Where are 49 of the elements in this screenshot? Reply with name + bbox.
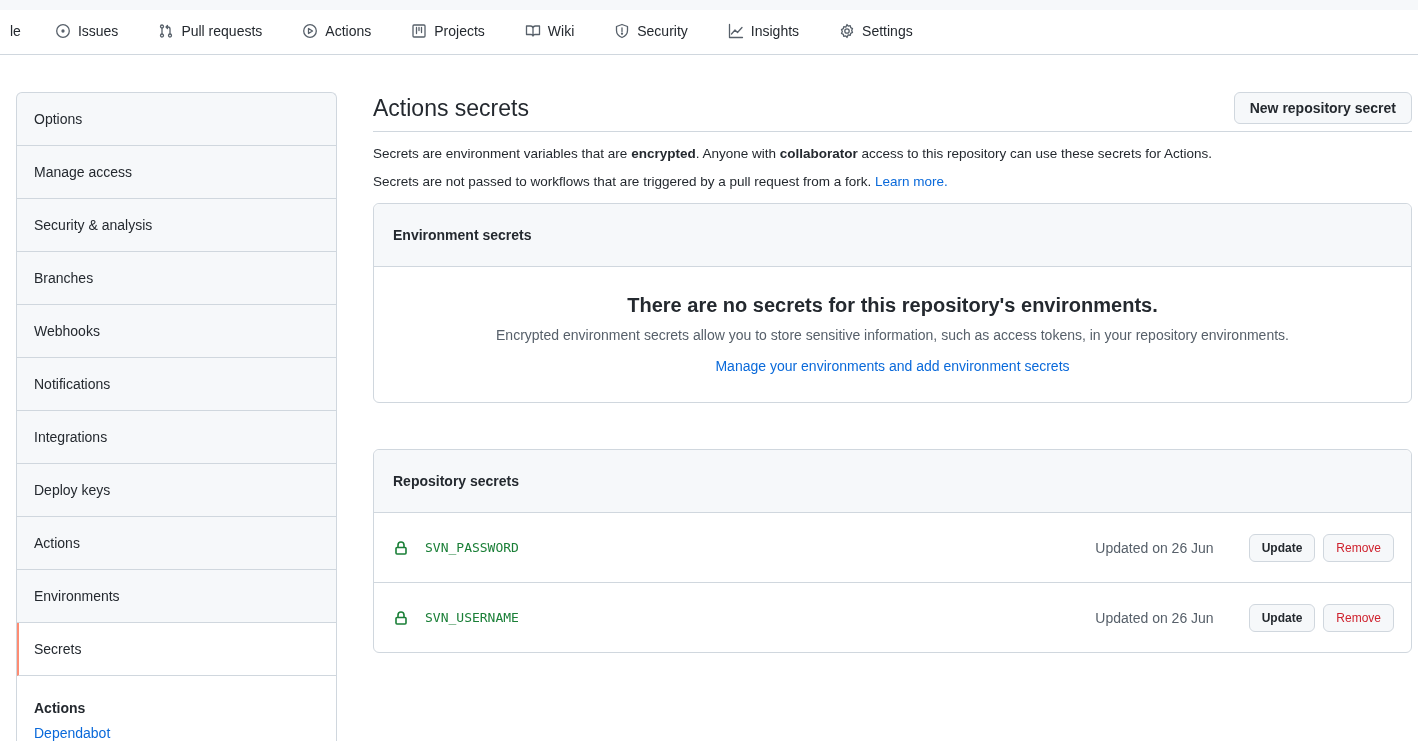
secret-name: SVN_PASSWORD <box>425 540 520 555</box>
nav-tab[interactable]: Settings <box>819 10 927 54</box>
panel-header: Environment secrets <box>374 204 1411 267</box>
sidebar-item[interactable]: Security & analysis <box>17 199 336 252</box>
sidebar-item[interactable]: Manage access <box>17 146 336 199</box>
lock-icon <box>393 609 409 626</box>
pull-request-icon <box>158 23 175 39</box>
update-button[interactable]: Update <box>1248 603 1316 632</box>
sidebar-item[interactable]: Deploy keys <box>17 464 336 517</box>
secret-name: SVN_USERNAME <box>425 610 520 625</box>
sidebar-link[interactable]: Dependabot <box>34 725 319 741</box>
manage-environments-link[interactable]: Manage your environments and add environment secrets <box>715 358 1070 374</box>
description-text: Secrets are environment variables that are encrypted. Anyone with collaborator access to this repository can use these secrets for Actions. <box>373 146 1213 161</box>
page-title: Actions secrets <box>373 94 529 122</box>
issue-icon <box>54 23 71 39</box>
empty-state-text: Encrypted environment secrets allow you to store sensitive information, such as access tokens, in your repository environments. <box>495 327 1290 343</box>
nav-tab[interactable]: Security <box>594 10 702 54</box>
learn-more-link[interactable]: Learn more. <box>875 174 948 189</box>
sidebar-item[interactable]: Branches <box>17 252 336 305</box>
nav-tab[interactable]: Issues <box>34 10 133 54</box>
update-button[interactable]: Update <box>1248 533 1316 562</box>
sidebar-item[interactable]: Webhooks <box>17 305 336 358</box>
book-icon <box>524 23 541 39</box>
sidebar-item[interactable]: Actions <box>17 517 336 570</box>
updated-date: Updated on 26 Jun <box>1095 539 1214 556</box>
updated-date: Updated on 26 Jun <box>1095 609 1214 626</box>
project-board-icon <box>411 23 428 39</box>
line-graph-icon <box>727 23 744 39</box>
nav-tab[interactable]: Insights <box>707 10 814 54</box>
nav-tab[interactable]: le <box>0 10 29 54</box>
panel-header: Repository secrets <box>374 450 1411 513</box>
remove-button[interactable]: Remove <box>1323 533 1394 562</box>
gear-icon <box>839 23 856 39</box>
nav-tab[interactable]: Pull requests <box>138 10 277 54</box>
remove-button[interactable]: Remove <box>1323 603 1394 632</box>
sidebar-item[interactable]: Integrations <box>17 411 336 464</box>
sidebar-heading: Actions <box>34 700 87 716</box>
nav-tab[interactable]: Projects <box>391 10 499 54</box>
play-icon <box>302 23 319 39</box>
description-text: Secrets are not passed to workflows that are triggered by a pull request from a fork. Learn more. <box>373 174 949 189</box>
lock-icon <box>393 539 409 556</box>
sidebar-item[interactable]: Options <box>17 93 336 146</box>
shield-icon <box>614 23 631 39</box>
sidebar-item[interactable]: Notifications <box>17 358 336 411</box>
nav-tab[interactable]: Actions <box>282 10 386 54</box>
empty-state-title: There are no secrets for this repository's environments. <box>626 294 1159 317</box>
new-secret-button[interactable]: New repository secret <box>1233 92 1412 124</box>
sidebar-item[interactable]: Secrets <box>17 623 336 676</box>
nav-tab[interactable]: Wiki <box>504 10 589 54</box>
